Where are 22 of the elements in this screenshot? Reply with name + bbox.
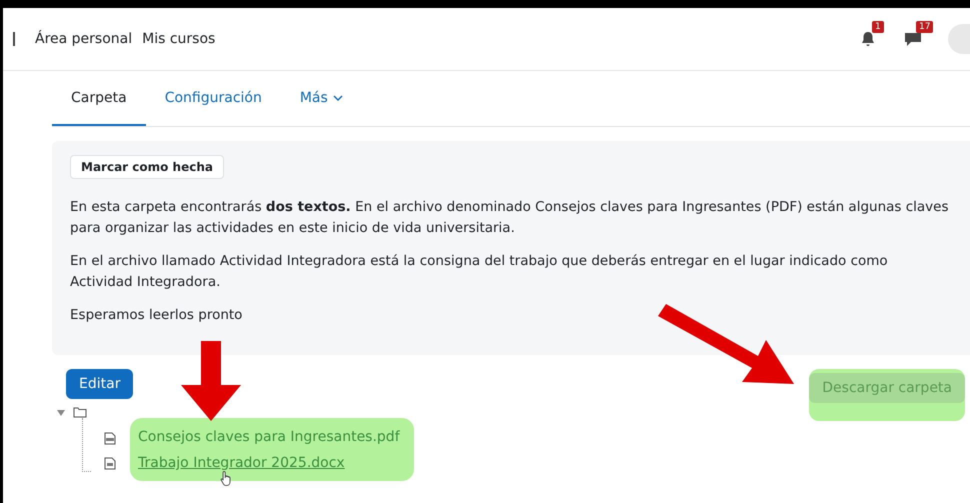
edit-button[interactable]: Editar [66, 369, 134, 399]
tab[interactable]: Configuración [146, 71, 281, 126]
message-badge: 17 [916, 21, 934, 33]
description-paragraph: En esta carpeta encontrarás dos textos. En el archivo denominado Consejos claves para Ingresantes (PDF) están algunas claves para organizar las actividades en este inicio de vida universitaria. [70, 198, 950, 238]
file-icon [104, 432, 116, 445]
tree-connector [82, 418, 91, 472]
tab[interactable]: Más [280, 71, 362, 126]
caret-icon[interactable] [57, 410, 65, 416]
file-link[interactable]: Trabajo Integrador 2025.docx [138, 454, 400, 473]
notification-badge: 1 [872, 21, 884, 33]
description-paragraph: Esperamos leerlos pronto [70, 306, 244, 325]
chevron-down-icon [332, 94, 343, 102]
description-paragraph: En el archivo llamado Actividad Integradora está la consigna del trabajo que deberás entregar en el lugar indicado como Actividad Integradora. [70, 252, 889, 292]
tab[interactable]: Carpeta [52, 71, 146, 126]
file-link[interactable]: Consejos claves para Ingresantes.pdf [138, 428, 400, 447]
chat-icon[interactable] [904, 31, 922, 47]
folder-icon [73, 407, 87, 418]
bell-icon[interactable] [860, 31, 876, 47]
mark-done-button[interactable]: Marcar como hecha [70, 155, 224, 179]
nav-link[interactable]: Área personal [35, 31, 132, 47]
file-icon [104, 457, 116, 470]
nav-link[interactable]: Mis cursos [142, 31, 216, 47]
